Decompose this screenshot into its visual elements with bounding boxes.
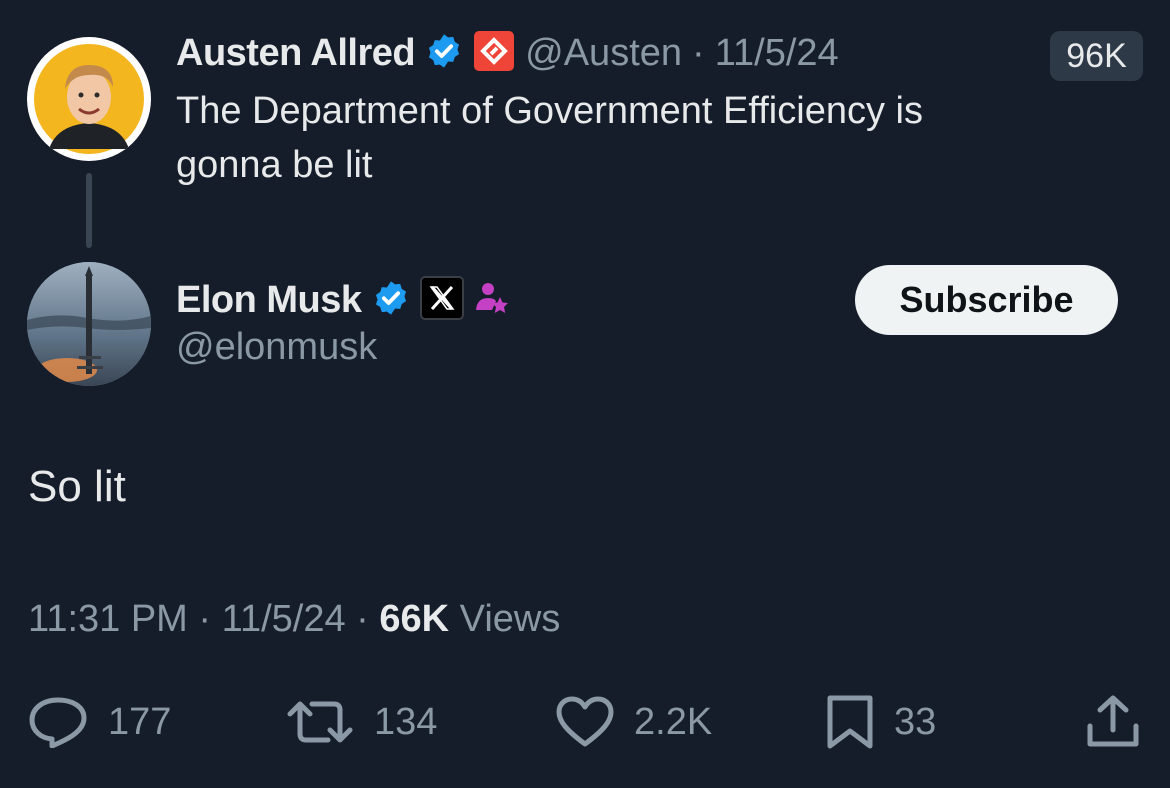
verified-badge-icon — [425, 32, 463, 75]
separator-dot: · — [356, 598, 369, 640]
main-tweet-text: So lit — [28, 462, 126, 511]
views-label: Views — [459, 598, 561, 640]
tweet-meta: 11:31 PM · 11/5/24 · 66K Views — [28, 598, 560, 641]
repost-action[interactable]: 134 — [286, 696, 437, 748]
quoted-tweet-text[interactable]: The Department of Government Efficiency … — [176, 84, 923, 192]
subscriber-star-icon — [474, 280, 510, 321]
reply-count: 177 — [108, 700, 172, 743]
quoted-text-line: gonna be lit — [176, 144, 373, 186]
affiliate-org-logo-icon — [473, 30, 515, 77]
quoted-handle[interactable]: @Austen — [525, 32, 682, 75]
share-button[interactable] — [1086, 694, 1140, 755]
bookmark-action[interactable]: 33 — [826, 694, 936, 750]
main-author-name[interactable]: Elon Musk — [176, 279, 362, 322]
share-icon — [1086, 695, 1140, 754]
elon-avatar[interactable] — [27, 262, 151, 386]
repost-icon — [286, 696, 354, 748]
main-tweet-header: Elon Musk — [176, 276, 510, 325]
main-handle[interactable]: @elonmusk — [176, 326, 377, 369]
quoted-text-line: The Department of Government Efficiency … — [176, 90, 923, 132]
separator-dot: · — [198, 598, 212, 640]
quoted-author-name[interactable]: Austen Allred — [176, 32, 416, 75]
views-count: 66K — [379, 598, 450, 640]
quoted-date[interactable]: 11/5/24 — [715, 32, 839, 75]
tweet-date[interactable]: 11/5/24 — [222, 598, 346, 640]
repost-count: 134 — [374, 700, 438, 743]
x-logo-icon — [419, 276, 464, 325]
reply-icon — [28, 696, 88, 748]
like-count: 2.2K — [634, 700, 713, 743]
elon-avatar-image — [27, 262, 151, 386]
quoted-views-badge[interactable]: 96K — [1050, 31, 1143, 81]
thread-connector-line — [86, 173, 92, 248]
separator-dot: · — [692, 32, 705, 74]
austen-avatar[interactable] — [27, 37, 151, 161]
austen-avatar-image — [34, 44, 144, 154]
reply-action[interactable]: 177 — [28, 696, 171, 748]
verified-badge-icon — [372, 279, 410, 322]
tweet-time[interactable]: 11:31 PM — [28, 598, 188, 640]
subscribe-button[interactable]: Subscribe — [855, 265, 1118, 335]
bookmark-icon — [826, 694, 874, 750]
heart-icon — [556, 696, 614, 748]
like-action[interactable]: 2.2K — [556, 696, 712, 748]
bookmark-count: 33 — [894, 700, 937, 743]
quoted-tweet-header: Austen Allred @Austen · 11/5/24 — [176, 30, 839, 77]
